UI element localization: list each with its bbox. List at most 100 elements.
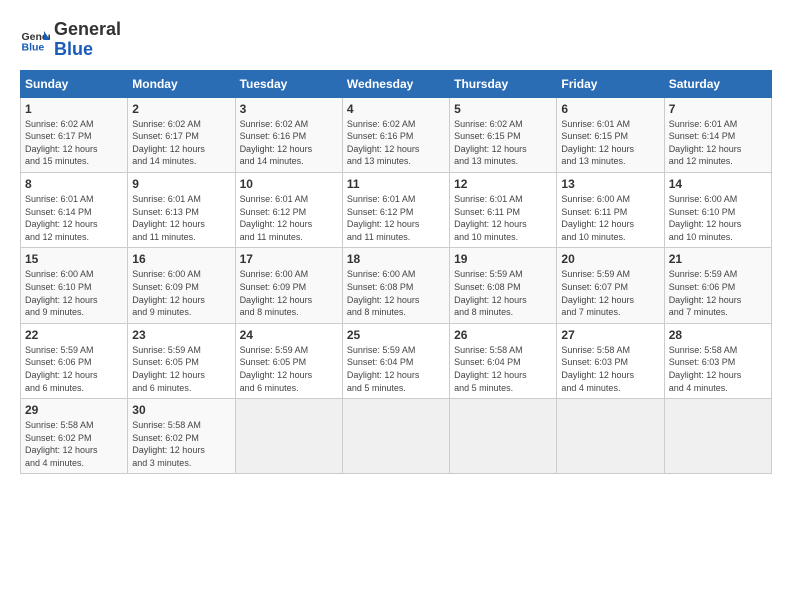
day-number: 18 — [347, 252, 445, 266]
day-cell: 3Sunrise: 6:02 AM Sunset: 6:16 PM Daylig… — [235, 97, 342, 172]
day-cell: 17 Sunrise: 6:00 AM Sunset: 6:09 PM Dayli… — [235, 248, 342, 323]
day-number: 5 — [454, 102, 552, 116]
day-cell: 11 Sunrise: 6:01 AM Sunset: 6:12 PM Dayli… — [342, 172, 449, 247]
day-cell: 1 Sunrise: 6:02 AM Sunset: 6:17 PM Daylig… — [21, 97, 128, 172]
day-detail: Sunrise: 6:00 AM Sunset: 6:10 PM Dayligh… — [669, 193, 767, 243]
day-detail: Sunrise: 5:59 AM Sunset: 6:05 PM Dayligh… — [240, 344, 338, 394]
day-cell: 22 Sunrise: 5:59 AM Sunset: 6:06 PM Dayli… — [21, 323, 128, 398]
day-cell: 28 Sunrise: 5:58 AM Sunset: 6:03 PM Dayli… — [664, 323, 771, 398]
page-header: General Blue GeneralBlue — [20, 20, 772, 60]
day-cell: 5 Sunrise: 6:02 AM Sunset: 6:15 PM Daylig… — [450, 97, 557, 172]
day-detail: Sunrise: 5:59 AM Sunset: 6:06 PM Dayligh… — [25, 344, 123, 394]
logo-icon: General Blue — [20, 25, 50, 55]
day-number: 12 — [454, 177, 552, 191]
day-detail: Sunrise: 5:59 AM Sunset: 6:06 PM Dayligh… — [669, 268, 767, 318]
day-detail: Sunrise: 6:00 AM Sunset: 6:09 PM Dayligh… — [132, 268, 230, 318]
day-number: 20 — [561, 252, 659, 266]
day-cell: 2 Sunrise: 6:02 AM Sunset: 6:17 PM Daylig… — [128, 97, 235, 172]
day-number: 1 — [25, 102, 123, 116]
day-cell: 14 Sunrise: 6:00 AM Sunset: 6:10 PM Dayli… — [664, 172, 771, 247]
week-row-1: 1 Sunrise: 6:02 AM Sunset: 6:17 PM Daylig… — [21, 97, 772, 172]
day-detail: Sunrise: 6:01 AM Sunset: 6:11 PM Dayligh… — [454, 193, 552, 243]
day-header-friday: Friday — [557, 70, 664, 97]
day-detail: Sunrise: 6:01 AM Sunset: 6:14 PM Dayligh… — [669, 118, 767, 168]
day-cell: 12 Sunrise: 6:01 AM Sunset: 6:11 PM Dayli… — [450, 172, 557, 247]
day-detail: Sunrise: 6:02 AM Sunset: 6:17 PM Dayligh… — [132, 118, 230, 168]
day-number: 21 — [669, 252, 767, 266]
day-cell: 8Sunrise: 6:01 AM Sunset: 6:14 PM Daylig… — [21, 172, 128, 247]
day-detail: Sunrise: 5:58 AM Sunset: 6:04 PM Dayligh… — [454, 344, 552, 394]
day-cell: 27Sunrise: 5:58 AM Sunset: 6:03 PM Dayli… — [557, 323, 664, 398]
day-number: 2 — [132, 102, 230, 116]
day-cell: 10 Sunrise: 6:01 AM Sunset: 6:12 PM Dayli… — [235, 172, 342, 247]
day-number: 14 — [669, 177, 767, 191]
day-cell: 18 Sunrise: 6:00 AM Sunset: 6:08 PM Dayli… — [342, 248, 449, 323]
day-number: 29 — [25, 403, 123, 417]
day-header-wednesday: Wednesday — [342, 70, 449, 97]
day-cell: 23 Sunrise: 5:59 AM Sunset: 6:05 PM Dayli… — [128, 323, 235, 398]
day-cell — [557, 399, 664, 474]
day-detail: Sunrise: 6:02 AM Sunset: 6:17 PM Dayligh… — [25, 118, 123, 168]
day-detail: Sunrise: 5:58 AM Sunset: 6:02 PM Dayligh… — [25, 419, 123, 469]
day-cell: 20Sunrise: 5:59 AM Sunset: 6:07 PM Dayli… — [557, 248, 664, 323]
day-detail: Sunrise: 5:59 AM Sunset: 6:04 PM Dayligh… — [347, 344, 445, 394]
day-number: 10 — [240, 177, 338, 191]
day-number: 9 — [132, 177, 230, 191]
day-cell: 7 Sunrise: 6:01 AM Sunset: 6:14 PM Daylig… — [664, 97, 771, 172]
day-number: 17 — [240, 252, 338, 266]
day-number: 11 — [347, 177, 445, 191]
day-cell — [664, 399, 771, 474]
day-number: 23 — [132, 328, 230, 342]
day-detail: Sunrise: 6:01 AM Sunset: 6:13 PM Dayligh… — [132, 193, 230, 243]
day-detail: Sunrise: 6:00 AM Sunset: 6:11 PM Dayligh… — [561, 193, 659, 243]
day-detail: Sunrise: 6:01 AM Sunset: 6:12 PM Dayligh… — [240, 193, 338, 243]
day-detail: Sunrise: 5:58 AM Sunset: 6:03 PM Dayligh… — [669, 344, 767, 394]
day-detail: Sunrise: 6:00 AM Sunset: 6:09 PM Dayligh… — [240, 268, 338, 318]
day-cell: 6 Sunrise: 6:01 AM Sunset: 6:15 PM Daylig… — [557, 97, 664, 172]
day-header-thursday: Thursday — [450, 70, 557, 97]
day-cell: 9 Sunrise: 6:01 AM Sunset: 6:13 PM Daylig… — [128, 172, 235, 247]
day-number: 16 — [132, 252, 230, 266]
day-number: 3 — [240, 102, 338, 116]
day-header-tuesday: Tuesday — [235, 70, 342, 97]
logo-text: GeneralBlue — [54, 20, 121, 60]
day-detail: Sunrise: 6:01 AM Sunset: 6:12 PM Dayligh… — [347, 193, 445, 243]
day-cell: 19 Sunrise: 5:59 AM Sunset: 6:08 PM Dayli… — [450, 248, 557, 323]
day-cell — [342, 399, 449, 474]
day-detail: Sunrise: 6:00 AM Sunset: 6:08 PM Dayligh… — [347, 268, 445, 318]
day-cell: 25 Sunrise: 5:59 AM Sunset: 6:04 PM Dayli… — [342, 323, 449, 398]
day-header-monday: Monday — [128, 70, 235, 97]
day-number: 27 — [561, 328, 659, 342]
week-row-4: 22 Sunrise: 5:59 AM Sunset: 6:06 PM Dayli… — [21, 323, 772, 398]
day-detail: Sunrise: 6:02 AM Sunset: 6:15 PM Dayligh… — [454, 118, 552, 168]
day-number: 28 — [669, 328, 767, 342]
header-row: SundayMondayTuesdayWednesdayThursdayFrid… — [21, 70, 772, 97]
day-detail: Sunrise: 6:01 AM Sunset: 6:15 PM Dayligh… — [561, 118, 659, 168]
day-number: 8 — [25, 177, 123, 191]
day-cell: 29 Sunrise: 5:58 AM Sunset: 6:02 PM Dayli… — [21, 399, 128, 474]
svg-text:Blue: Blue — [22, 41, 45, 53]
day-number: 4 — [347, 102, 445, 116]
day-detail: Sunrise: 5:58 AM Sunset: 6:02 PM Dayligh… — [132, 419, 230, 469]
day-cell: 21 Sunrise: 5:59 AM Sunset: 6:06 PM Dayli… — [664, 248, 771, 323]
day-cell — [450, 399, 557, 474]
day-number: 26 — [454, 328, 552, 342]
day-number: 7 — [669, 102, 767, 116]
day-number: 30 — [132, 403, 230, 417]
day-detail: Sunrise: 5:59 AM Sunset: 6:05 PM Dayligh… — [132, 344, 230, 394]
day-number: 25 — [347, 328, 445, 342]
day-number: 24 — [240, 328, 338, 342]
day-number: 6 — [561, 102, 659, 116]
day-number: 13 — [561, 177, 659, 191]
day-cell: 15Sunrise: 6:00 AM Sunset: 6:10 PM Dayli… — [21, 248, 128, 323]
week-row-2: 8Sunrise: 6:01 AM Sunset: 6:14 PM Daylig… — [21, 172, 772, 247]
day-number: 19 — [454, 252, 552, 266]
logo: General Blue GeneralBlue — [20, 20, 121, 60]
day-detail: Sunrise: 6:02 AM Sunset: 6:16 PM Dayligh… — [347, 118, 445, 168]
day-header-sunday: Sunday — [21, 70, 128, 97]
day-cell: 24 Sunrise: 5:59 AM Sunset: 6:05 PM Dayli… — [235, 323, 342, 398]
day-detail: Sunrise: 5:59 AM Sunset: 6:08 PM Dayligh… — [454, 268, 552, 318]
day-cell: 26 Sunrise: 5:58 AM Sunset: 6:04 PM Dayli… — [450, 323, 557, 398]
day-number: 22 — [25, 328, 123, 342]
day-cell — [235, 399, 342, 474]
